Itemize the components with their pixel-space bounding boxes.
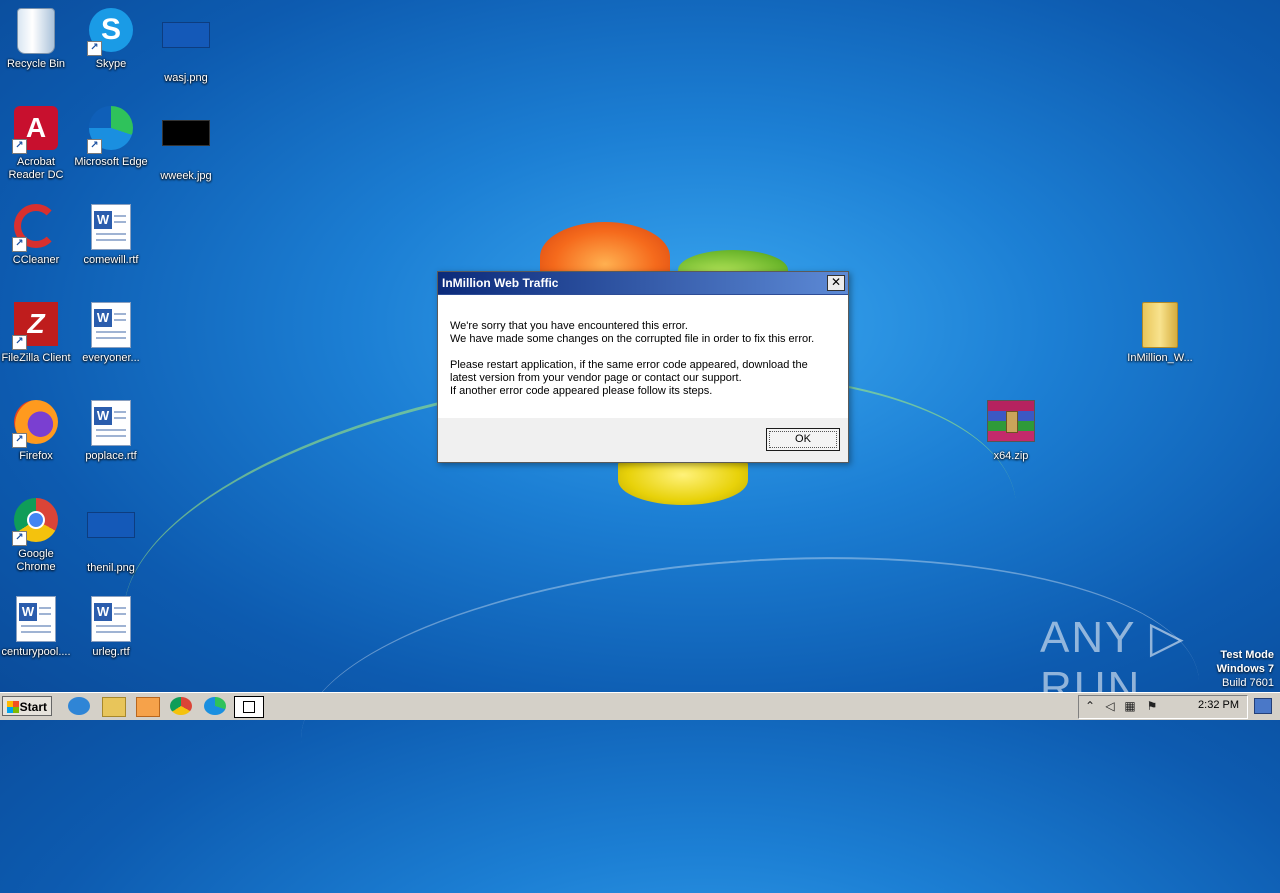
word-document-icon: W bbox=[16, 596, 56, 642]
recycle-bin-icon bbox=[17, 8, 55, 54]
desktop-icon-edge[interactable]: ↗ Microsoft Edge bbox=[73, 106, 149, 169]
shortcut-arrow-icon: ↗ bbox=[12, 335, 27, 350]
tray-action-center-flag-icon[interactable]: ⚑ bbox=[1145, 700, 1159, 713]
build-label: Build 7601 bbox=[1222, 677, 1274, 689]
desktop-icon-label: x64.zip bbox=[993, 450, 1029, 462]
desktop-icon-label: Skype bbox=[95, 58, 127, 70]
ok-button[interactable]: OK bbox=[766, 428, 840, 451]
dialog-message: We're sorry that you have encountered th… bbox=[438, 295, 848, 418]
desktop-icon-label: Acrobat Reader DC bbox=[8, 156, 64, 181]
error-dialog: InMillion Web Traffic ✕ We're sorry that… bbox=[437, 271, 849, 463]
tray-volume-icon[interactable]: ◁ bbox=[1103, 700, 1117, 713]
desktop-icon-recycle-bin[interactable]: Recycle Bin bbox=[0, 8, 74, 71]
shortcut-arrow-icon: ↗ bbox=[12, 139, 27, 154]
word-document-icon: W bbox=[91, 204, 131, 250]
desktop-icon-poplace-rtf[interactable]: W poplace.rtf bbox=[73, 400, 149, 463]
shortcut-arrow-icon: ↗ bbox=[12, 433, 27, 448]
desktop-icon-everyoner[interactable]: W everyoner... bbox=[73, 302, 149, 365]
message-line: Please restart application, if the same … bbox=[450, 359, 808, 371]
desktop-icon-label: InMillion_W... bbox=[1127, 352, 1193, 364]
taskbar-internet-explorer-icon[interactable] bbox=[68, 697, 90, 715]
os-label: Windows 7 bbox=[1216, 663, 1274, 675]
taskbar-file-explorer-icon[interactable] bbox=[102, 697, 126, 717]
taskbar-edge-icon[interactable] bbox=[204, 697, 226, 715]
taskbar-chrome-icon[interactable] bbox=[170, 697, 192, 715]
desktop-icon-ccleaner[interactable]: ↗ CCleaner bbox=[0, 204, 74, 267]
image-file-icon bbox=[162, 120, 210, 146]
desktop-icon-thenil-png[interactable]: thenil.png bbox=[73, 498, 149, 575]
desktop-icon-label: Google Chrome bbox=[16, 548, 56, 573]
message-line: latest version from your vendor page or … bbox=[450, 372, 742, 384]
taskbar-media-player-icon[interactable] bbox=[136, 697, 160, 717]
desktop-icon-label: Microsoft Edge bbox=[74, 156, 148, 168]
desktop-icon-label: centurypool.... bbox=[1, 646, 71, 658]
winrar-archive-icon bbox=[987, 400, 1035, 442]
desktop-icon-label: poplace.rtf bbox=[85, 450, 137, 462]
dialog-footer: OK bbox=[438, 418, 848, 461]
message-line: We're sorry that you have encountered th… bbox=[450, 320, 688, 332]
start-label: Start bbox=[19, 700, 47, 714]
test-mode-label: Test Mode bbox=[1220, 649, 1274, 661]
shortcut-arrow-icon: ↗ bbox=[12, 531, 27, 546]
desktop-icon-label: Recycle Bin bbox=[6, 58, 66, 70]
word-document-icon: W bbox=[91, 596, 131, 642]
tray-expand-icon[interactable]: ⌃ bbox=[1083, 700, 1097, 713]
desktop-icon-comewill-rtf[interactable]: W comewill.rtf bbox=[73, 204, 149, 267]
message-line: If another error code appeared please fo… bbox=[450, 385, 713, 397]
desktop-icon-skype[interactable]: S ↗ Skype bbox=[73, 8, 149, 71]
system-tray: ⌃ ◁ ▦ ⚑ 2:32 PM bbox=[1078, 695, 1248, 719]
folder-icon bbox=[1142, 302, 1178, 348]
desktop-icon-label: CCleaner bbox=[12, 254, 60, 266]
word-document-icon: W bbox=[91, 400, 131, 446]
start-button[interactable]: Start bbox=[2, 696, 52, 716]
taskbar-clock[interactable]: 2:32 PM bbox=[1198, 699, 1239, 711]
image-file-icon bbox=[162, 22, 210, 48]
desktop-icon-wweek-jpg[interactable]: wweek.jpg bbox=[148, 106, 224, 183]
taskbar-active-window-button[interactable] bbox=[234, 696, 264, 718]
message-paragraph-2: Please restart application, if the same … bbox=[450, 359, 836, 398]
message-paragraph-1: We're sorry that you have encountered th… bbox=[450, 320, 836, 346]
close-button[interactable]: ✕ bbox=[827, 275, 845, 291]
close-icon: ✕ bbox=[830, 275, 842, 289]
desktop-icon-label: thenil.png bbox=[87, 562, 135, 574]
shortcut-arrow-icon: ↗ bbox=[87, 139, 102, 154]
desktop-icon-centurypool[interactable]: W centurypool.... bbox=[0, 596, 74, 659]
desktop-icon-label: FileZilla Client bbox=[1, 352, 71, 364]
image-file-icon bbox=[87, 512, 135, 538]
desktop-icon-chrome[interactable]: ↗ Google Chrome bbox=[0, 498, 74, 574]
taskbar: Start ⌃ ◁ ▦ ⚑ 2:32 PM bbox=[0, 692, 1280, 720]
desktop-icon-acrobat[interactable]: A ↗ Acrobat Reader DC bbox=[0, 106, 74, 182]
show-desktop-button[interactable] bbox=[1254, 698, 1272, 714]
dialog-title: InMillion Web Traffic bbox=[442, 276, 559, 290]
desktop-icon-label: everyoner... bbox=[82, 352, 140, 364]
desktop-icon-x64-zip[interactable]: x64.zip bbox=[973, 400, 1049, 463]
desktop-icon-label: wweek.jpg bbox=[160, 170, 212, 182]
desktop-icon-label: wasj.png bbox=[164, 72, 208, 84]
word-document-icon: W bbox=[91, 302, 131, 348]
message-line: We have made some changes on the corrupt… bbox=[450, 333, 815, 345]
desktop-icon-label: Firefox bbox=[19, 450, 53, 462]
desktop-icon-inmillion-folder[interactable]: InMillion_W... bbox=[1122, 302, 1198, 365]
windows-logo-icon bbox=[7, 701, 19, 713]
tray-network-icon[interactable]: ▦ bbox=[1123, 700, 1137, 713]
dialog-title-bar[interactable]: InMillion Web Traffic ✕ bbox=[438, 272, 848, 295]
desktop-icon-urleg-rtf[interactable]: W urleg.rtf bbox=[73, 596, 149, 659]
desktop-icon-firefox[interactable]: ↗ Firefox bbox=[0, 400, 74, 463]
shortcut-arrow-icon: ↗ bbox=[87, 41, 102, 56]
desktop-icon-label: comewill.rtf bbox=[83, 254, 139, 266]
shortcut-arrow-icon: ↗ bbox=[12, 237, 27, 252]
test-mode-notice: Test Mode Windows 7 Build 7601 bbox=[1217, 648, 1274, 690]
desktop-icon-wasj-png[interactable]: wasj.png bbox=[148, 8, 224, 85]
desktop-icon-label: urleg.rtf bbox=[92, 646, 130, 658]
desktop-icon-filezilla[interactable]: Z ↗ FileZilla Client bbox=[0, 302, 74, 365]
